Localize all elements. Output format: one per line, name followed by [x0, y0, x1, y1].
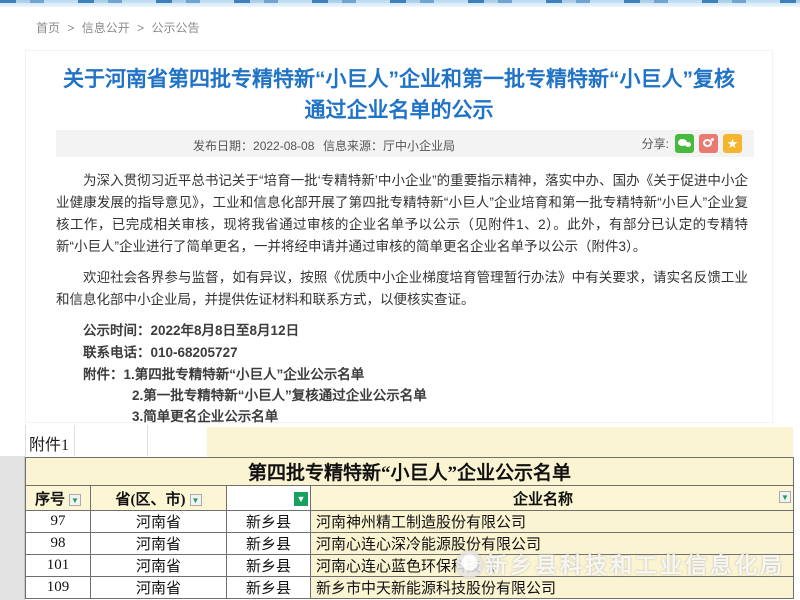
cell-county: 新乡县 [227, 555, 311, 577]
paragraph-2: 欢迎社会各界参与监督，如有异议，按照《优质中小企业梯度培育管理暂行办法》中有关要… [56, 267, 748, 311]
table-row: 101 河南省 新乡县 河南心连心蓝色环保科技（ [26, 555, 794, 577]
header-cell-company: ▼ 企业名称 [311, 486, 794, 511]
notice-time-line: 公示时间：2022年8月8日至8月12日 [56, 320, 748, 342]
share-bar: 分享: ★ [642, 134, 742, 153]
page: 首页 > 信息公开 > 公示公告 关于河南省第四批专精特新“小巨人”企业和第一批… [0, 0, 800, 600]
cell-province: 河南省 [91, 555, 227, 577]
attachment-sheet: 附件1 第四批专精特新“小巨人”企业公示名单 序号 ▼ 省(区、市) ▼ ▼ ▼ 企业… [0, 425, 800, 600]
cell-seq: 97 [26, 511, 91, 533]
filter-arrow-icon[interactable]: ▼ [69, 494, 81, 506]
publish-date-value: 2022-08-08 [253, 139, 314, 153]
cell-province: 河南省 [91, 511, 227, 533]
table-row: 98 河南省 新乡县 河南心连心深冷能源股份有限公司 [26, 533, 794, 555]
cell-seq: 98 [26, 533, 91, 555]
cell-company: 河南神州精工制造股份有限公司 [311, 511, 794, 533]
cell-county: 新乡县 [227, 511, 311, 533]
sheet-gridline [25, 425, 26, 456]
sheet-yellow-strip [207, 427, 793, 457]
sheet-gridline [147, 425, 148, 456]
cell-county: 新乡县 [227, 577, 311, 599]
sheet-title-row: 第四批专精特新“小巨人”企业公示名单 [26, 458, 794, 486]
breadcrumb-item-home[interactable]: 首页 [36, 21, 60, 35]
breadcrumb-item-info-disclosure[interactable]: 信息公开 [82, 21, 130, 35]
cell-company: 河南心连心深冷能源股份有限公司 [311, 533, 794, 555]
header-cell-province: 省(区、市) ▼ [91, 486, 227, 511]
breadcrumb-item-notices[interactable]: 公示公告 [151, 21, 199, 35]
weibo-share-icon[interactable] [699, 134, 718, 153]
cell-company: 新乡市中天新能源科技股份有限公司 [311, 577, 794, 599]
header-cell-county: ▼ [227, 486, 311, 511]
header-label-company: 企业名称 [513, 492, 573, 508]
paragraph-1: 为深入贯彻习近平总书记关于“培育一批‘专精特新’中小企业”的重要指示精神，落实中… [56, 170, 748, 258]
favorite-share-icon[interactable]: ★ [723, 134, 742, 153]
attachment-item-3: 3.简单更名企业公示名单 [56, 406, 748, 427]
filter-funnel-icon[interactable]: ▼ [294, 492, 308, 506]
sheet-gridline [74, 425, 75, 456]
publish-date-label: 发布日期： [193, 139, 253, 153]
publish-date: 发布日期：2022-08-08 [193, 137, 314, 154]
header-cell-seq: 序号 ▼ [26, 486, 91, 511]
attachment-item-2: 2.第一批专精特新“小巨人”复核通过企业公示名单 [56, 385, 748, 406]
filter-arrow-icon[interactable]: ▼ [190, 494, 202, 506]
page-title: 关于河南省第四批专精特新“小巨人”企业和第一批专精特新“小巨人”复核通过企业名单… [60, 64, 738, 126]
info-source: 信息来源：厅中小企业局 [323, 137, 455, 154]
attachment-item-1: 1.第四批专精特新“小巨人”企业公示名单 [124, 367, 365, 382]
nav-bar-pattern [0, 0, 800, 3]
table-row: 109 河南省 新乡县 新乡市中天新能源科技股份有限公司 [26, 577, 794, 599]
info-source-label: 信息来源： [323, 139, 383, 153]
cell-province: 河南省 [91, 577, 227, 599]
sheet-title: 第四批专精特新“小巨人”企业公示名单 [26, 458, 794, 486]
share-label: 分享: [642, 135, 669, 152]
wechat-share-icon[interactable] [675, 134, 694, 153]
breadcrumb-separator: > [137, 21, 144, 35]
cell-county: 新乡县 [227, 533, 311, 555]
sheet-left-margin [0, 456, 25, 600]
top-nav-bar [0, 0, 800, 7]
cell-province: 河南省 [91, 533, 227, 555]
article-card: 关于河南省第四批专精特新“小巨人”企业和第一批专精特新“小巨人”复核通过企业名单… [25, 50, 773, 423]
filter-arrow-icon[interactable]: ▼ [779, 491, 791, 503]
table-row: 97 河南省 新乡县 河南神州精工制造股份有限公司 [26, 511, 794, 533]
header-label-seq: 序号 [35, 492, 65, 508]
article-body: 为深入贯彻习近平总书记关于“培育一批‘专精特新’中小企业”的重要指示精神，落实中… [56, 170, 748, 459]
sheet-header-row: 序号 ▼ 省(区、市) ▼ ▼ ▼ 企业名称 [26, 486, 794, 511]
contact-phone-line: 联系电话：010-68205727 [56, 342, 748, 364]
cell-seq: 101 [26, 555, 91, 577]
breadcrumb: 首页 > 信息公开 > 公示公告 [36, 19, 203, 36]
attachments-label: 附件： [83, 367, 124, 382]
sheet-table: 第四批专精特新“小巨人”企业公示名单 序号 ▼ 省(区、市) ▼ ▼ ▼ 企业名称 9… [25, 457, 794, 599]
sheet-label: 附件1 [29, 431, 69, 455]
cell-seq: 109 [26, 577, 91, 599]
info-source-value: 厅中小企业局 [383, 139, 455, 153]
meta-bar: 发布日期：2022-08-08 信息来源：厅中小企业局 分享: ★ [56, 130, 754, 157]
cell-company: 河南心连心蓝色环保科技（ [311, 555, 794, 577]
attachments-line-1: 附件：1.第四批专精特新“小巨人”企业公示名单 [56, 364, 748, 385]
breadcrumb-separator: > [67, 21, 74, 35]
header-label-province: 省(区、市) [116, 492, 186, 508]
